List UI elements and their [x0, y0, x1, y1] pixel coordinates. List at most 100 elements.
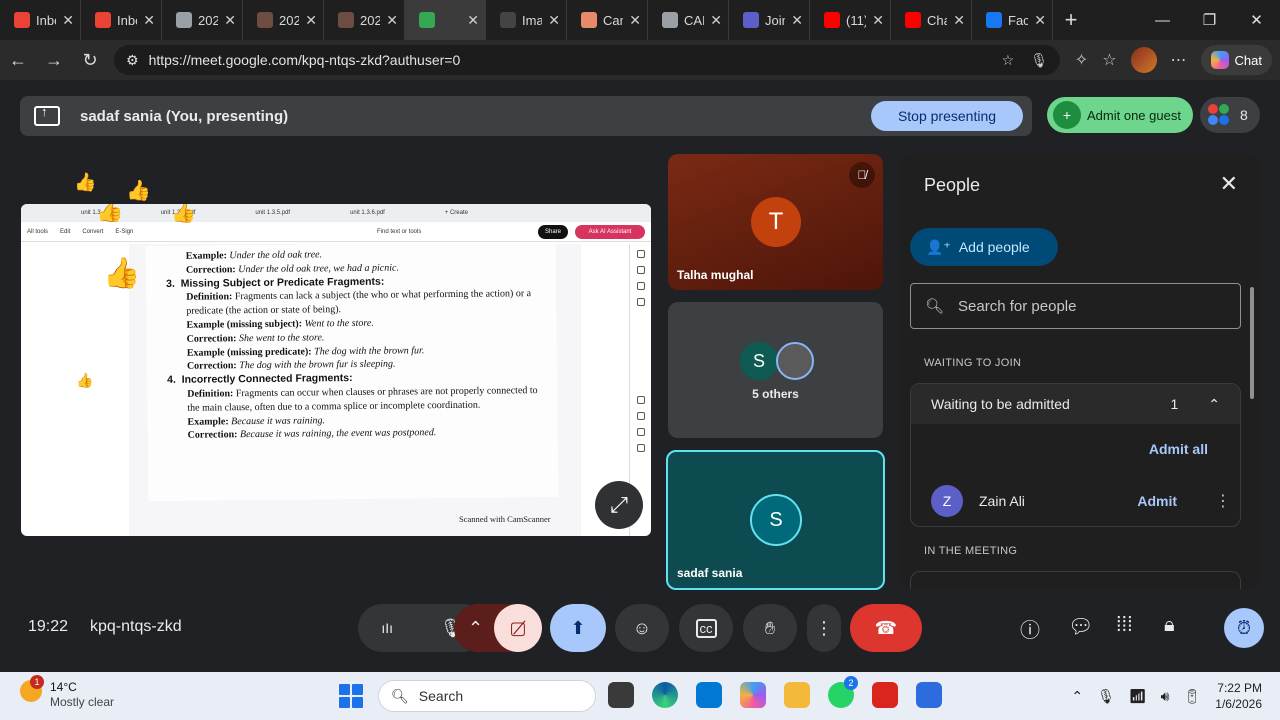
- raise-hand-button[interactable]: ✋︎: [743, 604, 797, 652]
- close-panel-icon[interactable]: ✕: [1220, 171, 1238, 197]
- close-tab-icon[interactable]: ✕: [386, 12, 398, 29]
- browser-tab[interactable]: ✕: [405, 0, 486, 40]
- more-options-button[interactable]: ⋮: [807, 604, 841, 652]
- browser-tab[interactable]: Char ✕: [891, 0, 972, 40]
- screen-recorder-icon[interactable]: [916, 682, 942, 708]
- waiting-guest-row: Z Zain Ali Admit ⋮: [931, 484, 1231, 518]
- profile-avatar[interactable]: [1130, 47, 1157, 73]
- volume-icon[interactable]: 🔊︎: [1161, 688, 1170, 705]
- browser-tab[interactable]: 2024 ✕: [243, 0, 324, 40]
- weather-widget[interactable]: 1 14°C Mostly clear: [20, 675, 114, 710]
- browser-tab[interactable]: (11) ✕: [810, 0, 891, 40]
- search-people-input[interactable]: 🔍︎ Search for people: [910, 283, 1241, 329]
- presenting-label: sadaf sania (You, presenting): [80, 107, 289, 125]
- browser-tab[interactable]: 2025 ✕: [324, 0, 405, 40]
- admit-button[interactable]: Admit: [1137, 493, 1177, 509]
- fullscreen-icon[interactable]: ⤢: [595, 481, 643, 529]
- browser-tab[interactable]: Inbo ✕: [81, 0, 162, 40]
- audio-level-icon[interactable]: ıIı: [381, 620, 393, 636]
- pdf-tool-item: Edit: [60, 228, 71, 235]
- close-window-icon[interactable]: ✕: [1233, 0, 1280, 40]
- admit-all-button[interactable]: Admit all: [1149, 441, 1208, 457]
- waiting-header[interactable]: Waiting to be admitted 1 ⌃: [911, 384, 1240, 424]
- taskbar-search[interactable]: 🔍︎ Search: [378, 680, 596, 712]
- file-explorer-icon[interactable]: [784, 682, 810, 708]
- reload-icon[interactable]: ↻: [72, 50, 108, 71]
- copilot-app-icon[interactable]: [740, 682, 766, 708]
- tab-favicon-icon: [500, 12, 516, 28]
- close-tab-icon[interactable]: ✕: [1034, 12, 1046, 29]
- store-icon[interactable]: [696, 682, 722, 708]
- guest-name: Zain Ali: [979, 493, 1025, 509]
- reactions-button[interactable]: ☺: [615, 604, 669, 652]
- url-text[interactable]: https://meet.google.com/kpq-ntqs-zkd?aut…: [149, 52, 461, 68]
- wifi-icon[interactable]: 📶︎: [1129, 688, 1147, 705]
- camera-off-button[interactable]: ▢̸: [494, 604, 542, 652]
- chevron-up-icon[interactable]: ⌃: [1208, 396, 1220, 413]
- restore-icon[interactable]: ❐: [1186, 0, 1233, 40]
- browser-tab[interactable]: CAIE ✕: [648, 0, 729, 40]
- close-tab-icon[interactable]: ✕: [224, 12, 236, 29]
- battery-icon[interactable]: 🔋︎: [1184, 688, 1202, 705]
- minimize-icon[interactable]: —: [1139, 0, 1186, 40]
- microphone-tray-icon[interactable]: 🎙: [1097, 688, 1115, 705]
- timer-icon[interactable]: ⏰︎: [1224, 608, 1264, 648]
- close-tab-icon[interactable]: ✕: [548, 12, 560, 29]
- task-view-icon[interactable]: [608, 682, 634, 708]
- browser-tab[interactable]: Imag ✕: [486, 0, 567, 40]
- participant-tile-others[interactable]: S 5 others: [668, 302, 883, 438]
- add-people-button[interactable]: 👤⁺ Add people: [910, 228, 1058, 266]
- presenting-bar: sadaf sania (You, presenting) Stop prese…: [20, 96, 1032, 136]
- in-meeting-section-label: IN THE MEETING: [924, 545, 1018, 557]
- taskbar-clock[interactable]: 7:22 PM 1/6/2026: [1215, 680, 1262, 712]
- favorites-icon[interactable]: ☆: [1102, 50, 1116, 70]
- others-avatar-photo: [776, 342, 814, 380]
- browser-tab[interactable]: Join ✕: [729, 0, 810, 40]
- tab-title: Face: [1008, 12, 1028, 28]
- admit-guest-button[interactable]: + Admit one guest: [1047, 97, 1193, 133]
- chat-icon[interactable]: 💬︎: [1068, 614, 1093, 639]
- close-tab-icon[interactable]: ✕: [62, 12, 74, 29]
- panel-scrollbar[interactable]: [1250, 287, 1254, 399]
- copilot-chat-button[interactable]: Chat: [1200, 45, 1272, 75]
- captions-button[interactable]: cc: [679, 604, 733, 652]
- close-tab-icon[interactable]: ✕: [629, 12, 641, 29]
- new-tab-button[interactable]: +: [1053, 7, 1089, 33]
- whatsapp-icon[interactable]: 2: [828, 676, 858, 708]
- close-tab-icon[interactable]: ✕: [710, 12, 722, 29]
- star-icon[interactable]: ☆: [1002, 52, 1015, 69]
- close-tab-icon[interactable]: ✕: [305, 12, 317, 29]
- browser-tab[interactable]: Inbo ✕: [0, 0, 81, 40]
- more-vert-icon[interactable]: ⋮: [1215, 491, 1231, 511]
- browser-tab[interactable]: Face ✕: [972, 0, 1053, 40]
- leave-call-button[interactable]: ☎: [850, 604, 922, 652]
- close-tab-icon[interactable]: ✕: [143, 12, 155, 29]
- participant-tile-talha[interactable]: T 🎙̸ Talha mughal: [668, 154, 883, 290]
- close-tab-icon[interactable]: ✕: [953, 12, 965, 29]
- tab-title: Join: [765, 12, 785, 28]
- stop-presenting-button[interactable]: Stop presenting: [871, 101, 1023, 131]
- close-tab-icon[interactable]: ✕: [791, 12, 803, 29]
- people-count-button[interactable]: 8: [1200, 97, 1260, 133]
- browser-tab[interactable]: Cam ✕: [567, 0, 648, 40]
- start-button[interactable]: [339, 684, 363, 708]
- back-icon[interactable]: ←: [0, 50, 36, 71]
- participant-tile-self[interactable]: S sadaf sania: [666, 450, 885, 590]
- site-info-icon[interactable]: ⚙: [126, 52, 139, 69]
- edge-icon[interactable]: [652, 682, 678, 708]
- forward-icon[interactable]: →: [36, 50, 72, 71]
- mic-icon[interactable]: 🎙: [1030, 52, 1048, 69]
- host-controls-icon[interactable]: 🔒︎: [1164, 614, 1175, 637]
- extensions-icon[interactable]: ✧: [1075, 50, 1088, 70]
- browser-tab[interactable]: 2023 ✕: [162, 0, 243, 40]
- chevron-up-icon[interactable]: ⌃: [1071, 688, 1083, 705]
- activities-icon[interactable]: ⁞⁞⁞: [1116, 614, 1133, 637]
- more-menu-icon[interactable]: ⋯: [1171, 50, 1187, 70]
- present-now-button[interactable]: ⬆: [550, 604, 606, 652]
- info-icon[interactable]: ⓘ: [1020, 614, 1040, 643]
- close-tab-icon[interactable]: ✕: [872, 12, 884, 29]
- acrobat-icon[interactable]: [872, 682, 898, 708]
- system-tray: ⌃ 🎙 📶︎ 🔊︎ 🔋︎ 7:22 PM 1/6/2026: [1071, 680, 1262, 712]
- close-tab-icon[interactable]: ✕: [467, 12, 479, 29]
- address-bar[interactable]: ⚙ https://meet.google.com/kpq-ntqs-zkd?a…: [114, 45, 1060, 75]
